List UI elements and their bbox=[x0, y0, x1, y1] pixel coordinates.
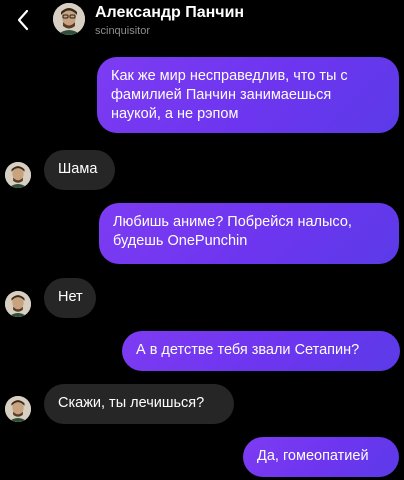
message-incoming[interactable]: Шама bbox=[44, 150, 115, 190]
sender-avatar[interactable] bbox=[5, 291, 31, 317]
message-outgoing[interactable]: Любишь аниме? Побрейся налысо, будешь On… bbox=[99, 203, 399, 264]
contact-username: scinquisitor bbox=[95, 25, 151, 37]
chat-header: Александр Панчин scinquisitor bbox=[0, 0, 404, 44]
contact-avatar[interactable] bbox=[53, 3, 85, 35]
message-text: Как же мир несправедлив, что ты с фамили… bbox=[111, 68, 348, 122]
message-text: Нет bbox=[58, 289, 83, 305]
message-text: Да, гомеопатией bbox=[257, 448, 369, 464]
message-outgoing[interactable]: А в детстве тебя звали Сетапин? bbox=[122, 331, 400, 371]
message-outgoing[interactable]: Да, гомеопатией bbox=[243, 437, 399, 477]
message-text: А в детстве тебя звали Сетапин? bbox=[136, 342, 360, 358]
message-incoming[interactable]: Скажи, ты лечишься? bbox=[44, 384, 234, 424]
message-text: Шама bbox=[58, 161, 98, 177]
sender-avatar[interactable] bbox=[5, 396, 31, 422]
message-text: Скажи, ты лечишься? bbox=[58, 395, 205, 411]
message-incoming[interactable]: Нет bbox=[44, 278, 96, 318]
message-text: Любишь аниме? Побрейся налысо, будешь On… bbox=[113, 214, 352, 249]
back-button[interactable] bbox=[12, 8, 34, 32]
sender-avatar[interactable] bbox=[5, 162, 31, 188]
chevron-left-icon bbox=[17, 9, 29, 31]
message-outgoing[interactable]: Как же мир несправедлив, что ты с фамили… bbox=[97, 57, 399, 133]
contact-name[interactable]: Александр Панчин bbox=[95, 4, 244, 22]
